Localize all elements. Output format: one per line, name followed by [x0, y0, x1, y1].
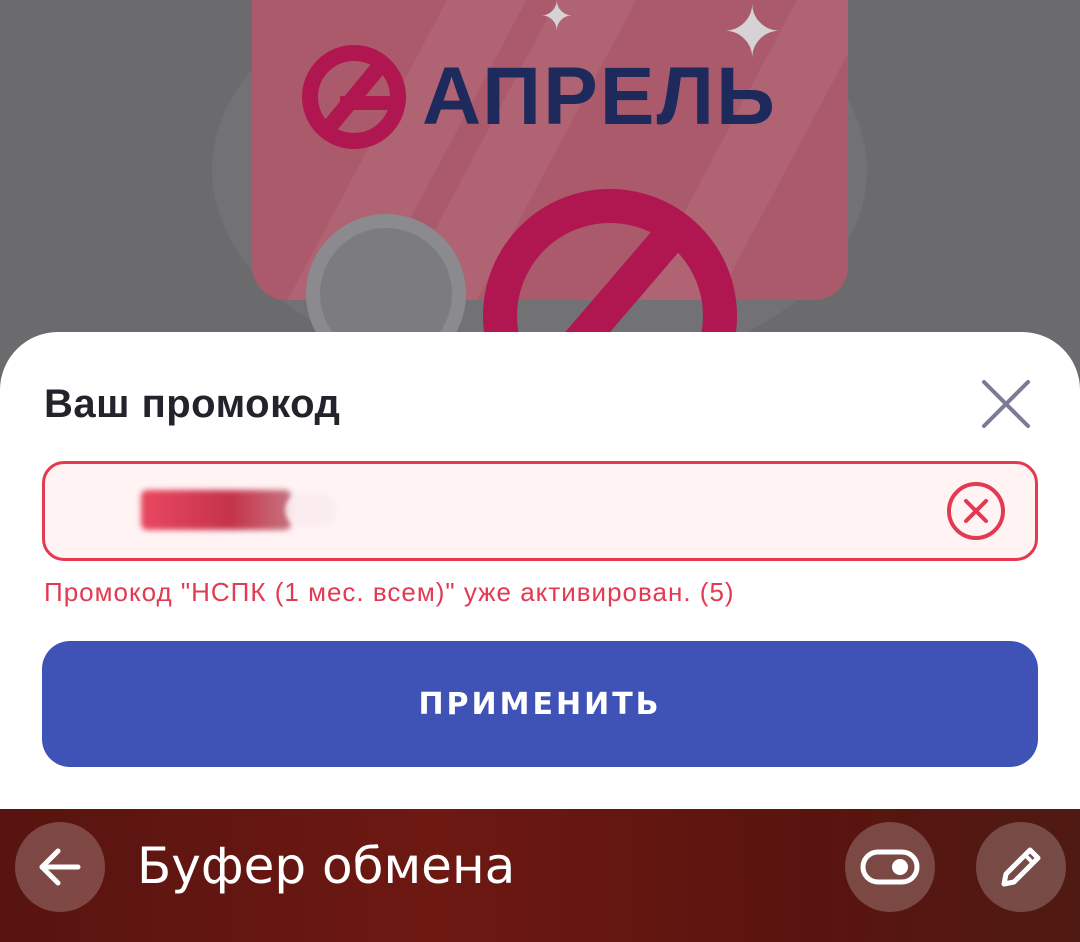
clear-input-button[interactable] [945, 480, 1007, 542]
brand-logo: АПРЕЛЬ [300, 42, 780, 152]
edit-button[interactable] [976, 822, 1066, 912]
close-icon [982, 380, 1030, 428]
clear-circle-icon [947, 482, 1005, 540]
back-button[interactable] [15, 822, 105, 912]
sheet-title: Ваш промокод [44, 382, 341, 426]
promo-code-input[interactable] [65, 464, 925, 558]
sparkle-icon: ✦ [540, 0, 574, 40]
promo-code-field [42, 461, 1038, 561]
promo-error-message: Промокод "НСПК (1 мес. всем)" уже активи… [44, 577, 735, 607]
toggle-button[interactable] [845, 822, 935, 912]
brand-logo-text: АПРЕЛЬ [422, 51, 777, 142]
pencil-icon [1001, 847, 1041, 887]
app-screen: ✦ ✦ АПРЕЛЬ Ваш промокод Промокод "НСПК (… [0, 0, 1080, 942]
clipboard-title: Буфер обмена [137, 837, 516, 895]
brand-mark-icon [302, 45, 406, 149]
close-button[interactable] [976, 374, 1036, 434]
toggle-icon [860, 849, 920, 885]
back-arrow-icon [39, 848, 81, 886]
apply-button[interactable]: Применить [42, 641, 1038, 767]
